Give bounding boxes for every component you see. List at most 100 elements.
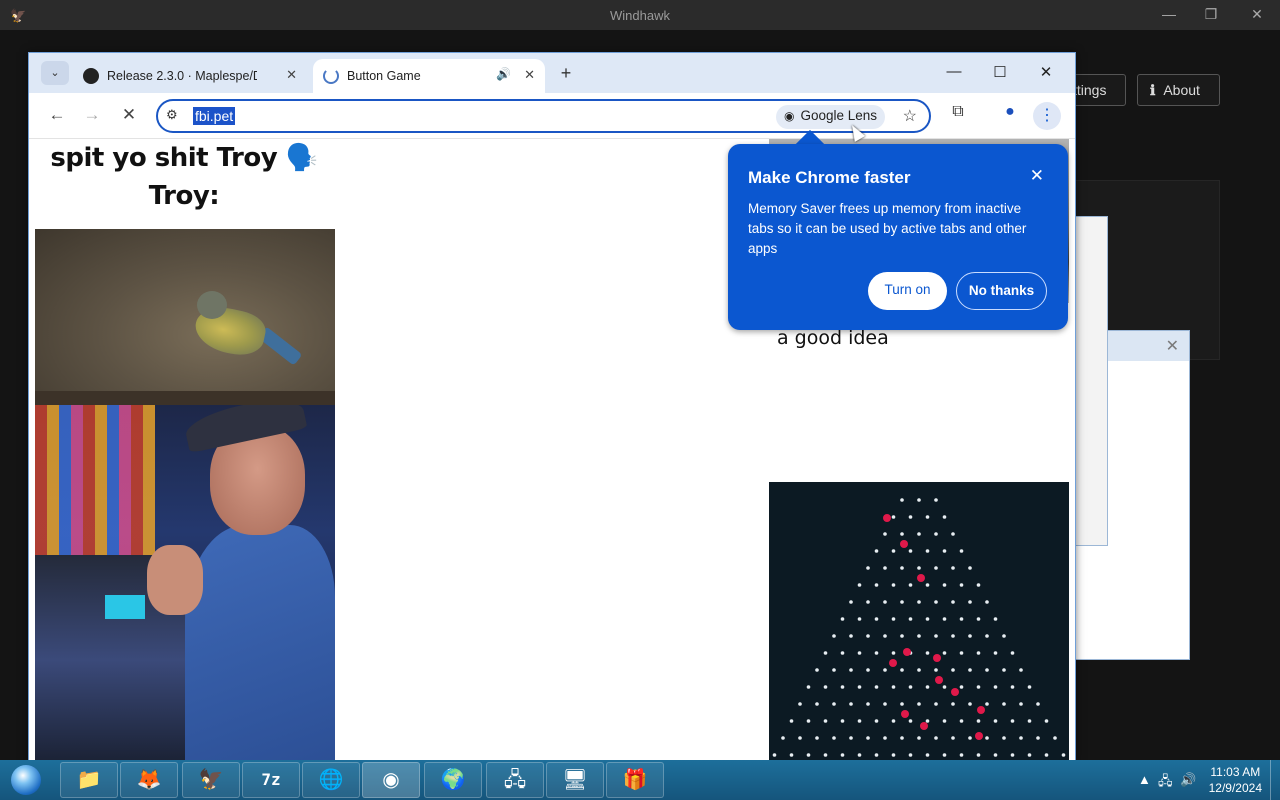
about-label: About — [1163, 82, 1200, 98]
close-icon[interactable]: ✕ — [1030, 166, 1044, 186]
plinko-peg — [951, 668, 955, 672]
close-icon[interactable]: ✕ — [1242, 6, 1272, 23]
plinko-peg — [840, 753, 845, 757]
plinko-peg — [925, 515, 930, 519]
tab-search-button[interactable]: ⌄ — [41, 61, 69, 85]
close-icon[interactable]: ✕ — [1034, 63, 1058, 81]
plinko-peg — [917, 736, 921, 740]
plinko-peg — [908, 719, 913, 723]
lens-label: Google Lens — [800, 108, 878, 123]
memory-saver-popup: Make Chrome faster ✕ Memory Saver frees … — [728, 144, 1068, 330]
plinko-peg — [874, 549, 879, 553]
clock[interactable]: 11:03 AM 12/9/2024 — [1209, 764, 1262, 796]
no-thanks-button[interactable]: No thanks — [956, 272, 1047, 310]
more-menu-icon[interactable]: ⋮ — [1033, 102, 1061, 130]
plinko-peg — [891, 617, 896, 621]
plinko-peg — [874, 617, 879, 621]
forward-arrow-icon[interactable]: → — [80, 105, 104, 125]
taskbar: 📁 🦊 🦅 7z 🌐 ◉ 🌍 🖧 🖥 🎁 ▲ 🖧 🔊 11:03 AM 12/9… — [0, 760, 1280, 800]
chrome-icon[interactable]: ◉ — [362, 762, 420, 798]
meme-title-line1: spit yo shit Troy 🗣️ — [50, 143, 318, 173]
plinko-peg — [849, 634, 853, 638]
plinko-peg — [968, 566, 972, 570]
plinko-peg — [806, 685, 811, 689]
start-button[interactable] — [4, 762, 48, 798]
volume-icon[interactable]: 🔊 — [1180, 772, 1196, 788]
plinko-peg — [874, 753, 879, 757]
stop-loading-icon[interactable]: ✕ — [117, 105, 141, 125]
extensions-icon[interactable]: ⧉ — [945, 103, 971, 129]
plinko-peg — [1010, 719, 1015, 723]
plinko-peg — [798, 702, 802, 706]
plinko-peg — [900, 532, 904, 536]
clock-time: 11:03 AM — [1210, 765, 1261, 779]
plinko-peg — [840, 617, 845, 621]
file-explorer-icon[interactable]: 📁 — [60, 762, 118, 798]
show-hidden-icons-icon[interactable]: ▲ — [1138, 772, 1151, 787]
turn-on-button[interactable]: Turn on — [868, 272, 947, 310]
network-icon[interactable]: 🖧 — [486, 762, 544, 798]
plinko-peg — [806, 753, 811, 757]
site-info-icon[interactable]: ⚙ — [166, 107, 178, 123]
close-tab-icon[interactable]: ✕ — [286, 67, 297, 83]
maximize-icon[interactable]: ☐ — [988, 63, 1012, 81]
windhawk-icon[interactable]: 🦅 — [182, 762, 240, 798]
plinko-peg — [866, 702, 870, 706]
plinko-peg — [942, 651, 947, 655]
plinko-peg — [883, 668, 887, 672]
plinko-peg — [976, 685, 981, 689]
plinko-peg — [942, 583, 947, 587]
speaker-icon[interactable]: 🔊 — [496, 67, 511, 81]
plinko-peg — [917, 634, 921, 638]
firefox-icon[interactable]: 🦊 — [120, 762, 178, 798]
plinko-peg — [883, 702, 887, 706]
internet-download-icon[interactable]: 🌍 — [424, 762, 482, 798]
gift-icon[interactable]: 🎁 — [606, 762, 664, 798]
tab-button-game[interactable]: Button Game 🔊 ✕ — [313, 59, 545, 93]
windhawk-title: Windhawk — [610, 8, 670, 23]
7zip-icon[interactable]: 7z — [242, 762, 300, 798]
plinko-peg — [866, 668, 870, 672]
plinko-peg — [832, 736, 836, 740]
plinko-peg — [959, 719, 964, 723]
back-arrow-icon[interactable]: ← — [45, 105, 69, 125]
restore-icon[interactable]: ❐ — [1196, 6, 1226, 23]
plinko-peg — [874, 651, 879, 655]
popup-title: Make Chrome faster — [748, 168, 911, 187]
plinko-peg — [942, 549, 947, 553]
plinko-peg — [959, 583, 964, 587]
about-button[interactable]: ℹ About — [1137, 74, 1220, 106]
plinko-peg — [1010, 753, 1015, 757]
plinko-peg — [908, 685, 913, 689]
google-lens-button[interactable]: ◉ Google Lens — [776, 105, 886, 129]
plinko-peg — [942, 515, 947, 519]
plinko-peg — [849, 600, 853, 604]
close-icon[interactable]: ✕ — [1166, 336, 1179, 356]
pc-icon[interactable]: 🖥 — [546, 762, 604, 798]
minimize-icon[interactable]: — — [942, 63, 966, 80]
network-status-icon[interactable]: 🖧 — [1158, 772, 1173, 794]
plinko-peg — [942, 617, 947, 621]
address-bar[interactable]: ⚙ fbi.pet ◉ Google Lens ☆ — [156, 99, 931, 133]
plinko-peg — [874, 583, 879, 587]
loading-globe-icon — [323, 68, 339, 84]
minimize-icon[interactable]: — — [1154, 6, 1184, 22]
plinko-peg — [815, 702, 819, 706]
plinko-peg — [951, 702, 955, 706]
plinko-peg — [1010, 651, 1015, 655]
profile-icon[interactable]: ● — [997, 103, 1023, 129]
tab-github-release[interactable]: Release 2.3.0 · Maplespe/DWM ✕ — [73, 59, 307, 93]
clock-date: 12/9/2024 — [1208, 781, 1262, 795]
bookmark-star-icon[interactable]: ☆ — [903, 106, 917, 126]
plinko-peg — [959, 685, 964, 689]
plinko-peg — [806, 719, 811, 723]
close-tab-icon[interactable]: ✕ — [524, 67, 535, 83]
new-tab-button[interactable]: + — [555, 63, 577, 84]
plinko-peg — [942, 685, 947, 689]
plinko-peg — [951, 532, 955, 536]
url-text[interactable]: fbi.pet — [193, 107, 236, 125]
windhawk-titlebar: 🦅 Windhawk — ❐ ✕ — [0, 0, 1280, 30]
green-globe-icon[interactable]: 🌐 — [302, 762, 360, 798]
plinko-peg — [951, 634, 955, 638]
show-desktop-button[interactable] — [1270, 760, 1280, 800]
